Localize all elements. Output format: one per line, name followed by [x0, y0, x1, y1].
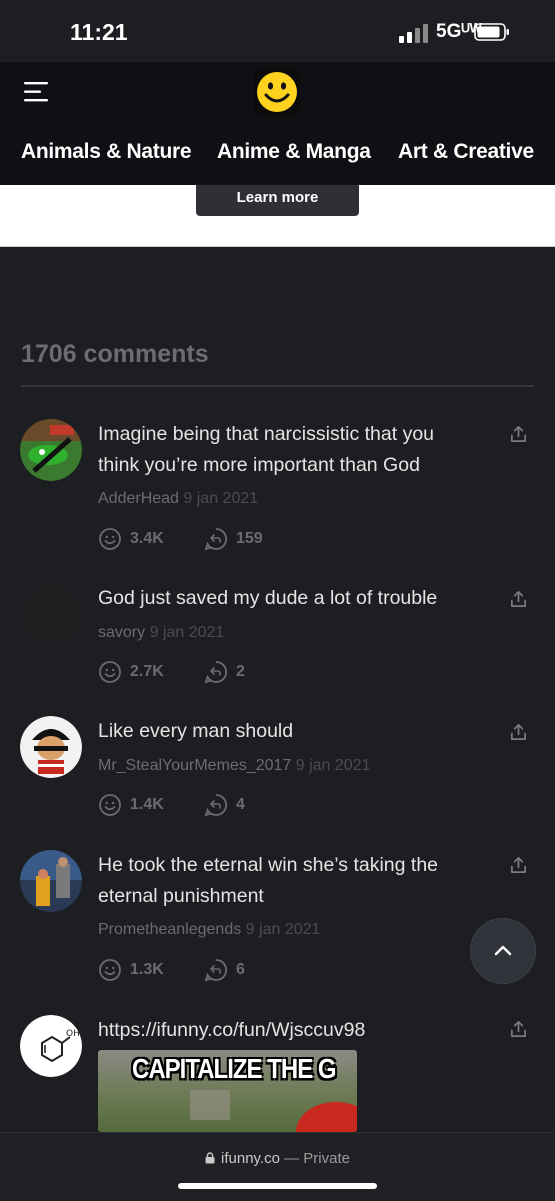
- avatar[interactable]: [20, 583, 82, 645]
- comment-meta: AdderHead 9 jan 2021: [98, 490, 258, 508]
- smile-count: 3.4K: [130, 530, 164, 547]
- comment-text[interactable]: https://ifunny.co/fun/Wjsccuv98: [98, 1015, 478, 1046]
- scroll-to-top-button[interactable]: [470, 918, 536, 984]
- smile-icon: [99, 528, 121, 550]
- share-icon[interactable]: [509, 425, 528, 444]
- smile-count: 1.4K: [130, 796, 164, 813]
- avatar[interactable]: [20, 419, 82, 481]
- comment-date: 9 jan 2021: [149, 624, 225, 641]
- reply-button[interactable]: 159: [204, 527, 263, 551]
- smile-button[interactable]: 3.4K: [98, 527, 164, 551]
- share-icon[interactable]: [509, 590, 528, 609]
- smile-icon: [99, 661, 121, 683]
- smile-button[interactable]: 2.7K: [98, 660, 164, 684]
- url-domain: ifunny.co: [221, 1150, 280, 1167]
- smile-button[interactable]: 1.4K: [98, 793, 164, 817]
- tab-animals-nature[interactable]: Animals & Nature: [21, 140, 192, 164]
- status-time: 11:21: [70, 19, 128, 45]
- reply-count: 6: [236, 961, 245, 978]
- reply-button[interactable]: 2: [204, 660, 245, 684]
- meme-caption: CAPITALIZE THE G: [132, 1053, 337, 1085]
- smile-icon: [99, 794, 121, 816]
- comment-meta: Mr_StealYourMemes_2017 9 jan 2021: [98, 757, 370, 775]
- reply-button[interactable]: 4: [204, 793, 245, 817]
- meme-figure: [296, 1102, 357, 1132]
- comment-author[interactable]: Mr_StealYourMemes_2017: [98, 757, 291, 774]
- reply-icon: [204, 959, 228, 982]
- reply-icon: [204, 528, 228, 551]
- status-bar: 11:21 5Gᵁᵂ: [0, 0, 555, 62]
- reply-count: 4: [236, 796, 245, 813]
- battery-icon: [474, 23, 509, 41]
- smile-count: 2.7K: [130, 663, 164, 680]
- share-icon[interactable]: [509, 1020, 528, 1039]
- avatar[interactable]: OH: [20, 1015, 82, 1077]
- hamburger-menu-icon[interactable]: [24, 80, 48, 104]
- avatar[interactable]: [20, 716, 82, 778]
- reply-button[interactable]: 6: [204, 958, 245, 982]
- comment-text: Like every man should: [98, 720, 294, 742]
- comment-text: He took the eternal win she’s taking the…: [98, 854, 439, 907]
- reply-icon: [204, 661, 228, 684]
- app-header: Animals & Nature Anime & Manga Art & Cre…: [0, 62, 555, 185]
- lock-icon: [205, 1152, 215, 1164]
- tab-anime-manga[interactable]: Anime & Manga: [217, 140, 371, 164]
- cellular-signal-icon: [399, 24, 428, 43]
- avatar[interactable]: [20, 850, 82, 912]
- smile-icon: [99, 959, 121, 981]
- reply-count: 159: [236, 530, 263, 547]
- comment-author[interactable]: Prometheanlegends: [98, 921, 241, 938]
- reply-count: 2: [236, 663, 245, 680]
- comment-meta: Prometheanlegends 9 jan 2021: [98, 921, 320, 939]
- address-bar[interactable]: ifunny.co — Private: [0, 1150, 555, 1167]
- comment-text: God just saved my dude a lot of trouble: [98, 587, 438, 609]
- smile-count: 1.3K: [130, 961, 164, 978]
- category-tabs: Animals & Nature Anime & Manga Art & Cre…: [0, 140, 555, 172]
- comment-author[interactable]: AdderHead: [98, 490, 179, 507]
- comment-date: 9 jan 2021: [245, 921, 321, 938]
- home-indicator[interactable]: [178, 1183, 377, 1189]
- comment-meta: savory 9 jan 2021: [98, 624, 224, 642]
- smile-button[interactable]: 1.3K: [98, 958, 164, 982]
- comment-date: 9 jan 2021: [295, 757, 371, 774]
- url-separator: —: [279, 1150, 304, 1167]
- svg-text:OH: OH: [66, 1029, 80, 1039]
- ifunny-logo-icon[interactable]: [254, 69, 300, 115]
- comment-text: Imagine being that narcissistic that you…: [98, 423, 435, 476]
- chevron-up-icon: [494, 945, 512, 956]
- browsing-mode: Private: [303, 1150, 350, 1167]
- comment-author[interactable]: savory: [98, 624, 145, 641]
- share-icon[interactable]: [509, 856, 528, 875]
- learn-more-button[interactable]: Learn more: [196, 185, 359, 216]
- comment-date: 9 jan 2021: [183, 490, 259, 507]
- comments-count: 1706 comments: [21, 340, 209, 368]
- divider: [21, 385, 534, 387]
- share-icon[interactable]: [509, 723, 528, 742]
- tab-art-creative[interactable]: Art & Creative: [398, 140, 534, 164]
- meme-background: [190, 1090, 230, 1120]
- meme-image[interactable]: CAPITALIZE THE G: [98, 1050, 357, 1132]
- reply-icon: [204, 794, 228, 817]
